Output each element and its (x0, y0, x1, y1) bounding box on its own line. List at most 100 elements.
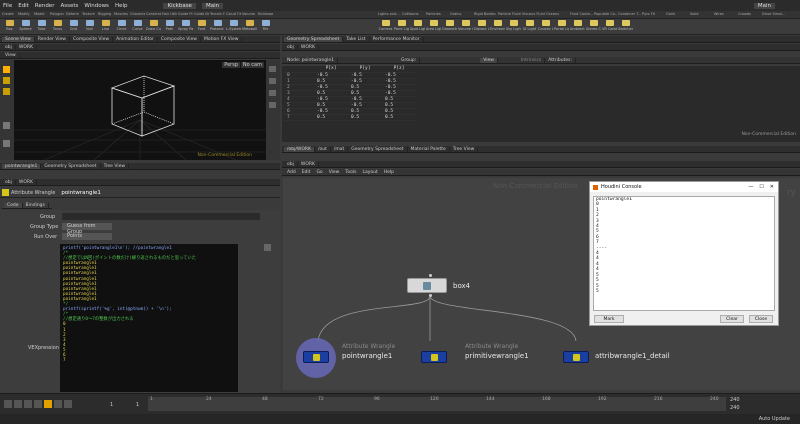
timeline-track[interactable]: 1 24 48 72 96 120 144 168 192 216 240 (148, 397, 726, 411)
param-pane-tab[interactable]: Geometry Spreadsheet (41, 163, 101, 169)
shelf-tab-right[interactable]: Pyro FX (642, 12, 665, 16)
shelf-tab[interactable]: Polygon (50, 12, 65, 16)
box4-input-connector[interactable] (429, 274, 432, 277)
mark-button[interactable]: Mark (594, 315, 624, 323)
pose-tool-icon[interactable] (3, 140, 10, 147)
auto-update-menu[interactable]: Auto Update (759, 416, 790, 422)
network-menu-item[interactable]: Go (313, 170, 325, 175)
shading-icon[interactable] (269, 78, 276, 84)
shelf-tab-right[interactable]: Fluid Conta... (570, 12, 593, 16)
shelf-tool[interactable]: Grid (66, 20, 81, 34)
shelf-tool[interactable]: Curve (130, 20, 145, 34)
play-reverse-icon[interactable] (24, 400, 32, 408)
rotate-tool-icon[interactable] (3, 88, 10, 95)
shelf-tool-right[interactable]: Sky Light (506, 20, 521, 34)
shelf-tool[interactable]: Platonic Solids (210, 20, 225, 34)
net-obj-path[interactable]: obj (284, 161, 298, 167)
end-frame-field-2[interactable]: 240 (730, 405, 740, 411)
move-tool-icon[interactable] (3, 77, 10, 84)
menu-edit[interactable]: Edit (18, 3, 29, 9)
box4-node[interactable] (407, 278, 447, 293)
pane-tab[interactable]: Composite View (158, 36, 201, 42)
vex-code-editor[interactable]: printf('pointwrangle1\n'); //pointwrangl… (60, 244, 238, 392)
shelf-tab-right[interactable]: Particle Fluids (498, 12, 521, 16)
network-tab[interactable]: /mat (331, 146, 349, 152)
network-menu-item[interactable]: Layout (359, 170, 380, 175)
shelf-tool-right[interactable]: GI Light (522, 20, 537, 34)
shelf-tool[interactable]: Path (162, 20, 177, 34)
menu-help[interactable]: Help (115, 3, 128, 9)
network-menu-item[interactable]: Edit (299, 170, 314, 175)
shelf-tool[interactable]: L-System (226, 20, 241, 34)
shelf-tool-right[interactable]: Switcher (618, 20, 633, 34)
shelf-tool[interactable]: Metaball (242, 20, 257, 34)
pane-tab[interactable]: Animation Editor (113, 36, 158, 42)
shelf-tool-right[interactable]: VR Camera (602, 20, 617, 34)
group-type-menu[interactable]: Guess from Group (62, 223, 112, 235)
shelf-tool-right[interactable]: Spot Light (410, 20, 425, 34)
ss-obj-path[interactable]: obj (284, 44, 298, 50)
shelf-tab[interactable]: Muscles (114, 12, 129, 16)
shelf-tool-right[interactable]: Stereo Camera (586, 20, 601, 34)
run-over-menu[interactable]: Points (62, 233, 112, 240)
work-path[interactable]: WORK (16, 44, 37, 50)
shelf-tool-right[interactable]: Caustic Light (538, 20, 553, 34)
shelf-tool-right[interactable]: Camera (378, 20, 393, 34)
close-button[interactable]: Close (749, 315, 773, 323)
shelf-tool-right[interactable]: Ambient Light (570, 20, 585, 34)
spreadsheet-tab[interactable]: Take List (343, 36, 370, 42)
ss-work-path[interactable]: WORK (298, 44, 319, 50)
menu-assets[interactable]: Assets (60, 3, 78, 9)
desktop-main-right[interactable]: Main (753, 2, 775, 9)
shelf-tab-right[interactable]: Grains (450, 12, 473, 16)
param-pane-tab[interactable]: pointwrangle1 (2, 163, 42, 169)
select-tool-icon[interactable] (3, 66, 10, 73)
shelf-tab[interactable]: Volume (242, 12, 257, 16)
shelf-tool[interactable]: Circle (114, 20, 129, 34)
step-back-icon[interactable] (14, 400, 22, 408)
pointwrangle1-node[interactable] (303, 351, 329, 363)
network-tab[interactable]: Material Palette (408, 146, 450, 152)
network-tab[interactable]: /out (315, 146, 331, 152)
shelf-tab-right[interactable]: Cloth (666, 12, 689, 16)
box4-output-connector[interactable] (429, 294, 432, 297)
shelf-tool[interactable]: Torus (50, 20, 65, 34)
start-frame-field[interactable]: 1 (136, 402, 139, 408)
attribwrangle1-detail-node[interactable] (563, 351, 589, 363)
pane-tab[interactable]: Motion FX View (201, 36, 243, 42)
shelf-tab[interactable]: Texture (82, 12, 97, 16)
shelf-tab[interactable]: Cloud FX (226, 12, 241, 16)
tab-bindings[interactable]: Bindings (23, 202, 49, 208)
minimize-icon[interactable]: — (748, 184, 753, 190)
shelf-tab[interactable]: Kickbase (258, 12, 273, 16)
shelf-tab[interactable]: Characters (130, 12, 145, 16)
clear-button[interactable]: Clear (720, 315, 744, 323)
shelf-tab-right[interactable]: Wires (714, 12, 737, 16)
shelf-tool[interactable]: Box (2, 20, 17, 34)
shelf-tab-right[interactable]: Solid (690, 12, 713, 16)
ss-view-menu[interactable]: View (480, 57, 498, 63)
shelf-tool[interactable]: File (258, 20, 273, 34)
persp-menu[interactable]: Persp (222, 62, 240, 68)
shelf-tool-right[interactable]: Area Light (426, 20, 441, 34)
stop-icon[interactable] (34, 400, 42, 408)
obj-path[interactable]: obj (2, 44, 16, 50)
menu-render[interactable]: Render (35, 3, 55, 9)
ghost-icon[interactable] (269, 102, 276, 108)
shelf-tab-right[interactable]: Populate Co... (594, 12, 617, 16)
shelf-tab-right[interactable]: Container T... (618, 12, 641, 16)
shelf-tab-right[interactable]: Oceans (546, 12, 569, 16)
shelf-tool[interactable]: Line (98, 20, 113, 34)
desktop-kickbase-dropdown[interactable]: Kickbase (163, 2, 196, 9)
network-tab[interactable]: Tree View (450, 146, 479, 152)
network-menu-item[interactable]: Help (381, 170, 397, 175)
tab-code[interactable]: Code (4, 202, 23, 208)
shelf-tab[interactable]: Model (34, 12, 49, 16)
shelf-tab[interactable]: Create (2, 12, 17, 16)
shelf-tab[interactable]: Modify (18, 12, 33, 16)
net-work-path[interactable]: WORK (298, 161, 319, 167)
console-output[interactable]: pointwrangle1 0 1 2 3 4 5 6 7 ---- 4 4 4 4 5 5 5 5 (593, 196, 775, 311)
shelf-tool[interactable]: Draw Curve (146, 20, 161, 34)
shelf-tool-right[interactable]: Volume Light (458, 20, 473, 34)
param-node-name[interactable]: pointwrangle1 (61, 190, 101, 196)
